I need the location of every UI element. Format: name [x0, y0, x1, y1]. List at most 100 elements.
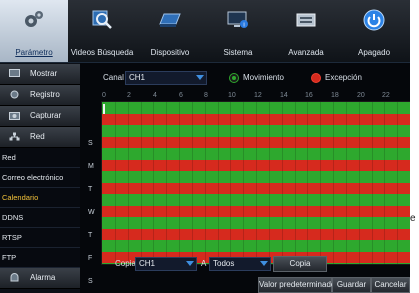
top-menu-dispositivo[interactable]: Dispositivo: [136, 0, 204, 62]
top-menu-sistema[interactable]: i Sistema: [204, 0, 272, 62]
hour-gridline: [371, 102, 373, 264]
channel-select[interactable]: CH1: [125, 71, 207, 85]
top-menu-label: Dispositivo: [150, 48, 190, 57]
hour-tick: 12: [254, 92, 262, 99]
copy-from-select[interactable]: CH1: [135, 257, 197, 271]
top-menu-label: Sistema: [223, 48, 253, 57]
sidebar-subitem-red[interactable]: Red: [0, 148, 80, 168]
top-menu-videos-busqueda[interactable]: Videos Búsqueda: [68, 0, 136, 62]
cancel-button-label: Cancelar: [374, 280, 407, 289]
sidebar-subitem-ftp[interactable]: FTP: [0, 248, 80, 268]
hour-tick: 8: [204, 92, 208, 99]
exception-label: Excepción: [325, 73, 362, 82]
hour-gridline: [333, 102, 334, 264]
chevron-down-icon: [186, 261, 194, 266]
hour-gridline: [281, 102, 283, 264]
hour-tick: 6: [179, 92, 183, 99]
sidebar-subitem-label: FTP: [2, 253, 17, 262]
sidebar-item-alarma[interactable]: Alarma: [0, 268, 80, 289]
sidebar-subitem-label: Red: [2, 153, 16, 162]
top-menu-avanzada[interactable]: Avanzada: [272, 0, 340, 62]
channel-select-value: CH1: [129, 73, 146, 82]
schedule-panel: Canal CH1 Movimiento Excepción 0 2 4 6 8…: [83, 63, 410, 293]
exception-radio[interactable]: [311, 73, 321, 83]
sidebar-item-registro[interactable]: Registro: [0, 85, 80, 106]
svg-text:i: i: [243, 23, 244, 29]
sidebar-item-label: Mostrar: [30, 69, 58, 78]
sidebar-subitem-label: Calendario: [2, 193, 39, 202]
hour-gridline: [191, 102, 193, 264]
motion-label: Movimiento: [243, 73, 284, 82]
hour-gridline: [307, 102, 309, 264]
hour-tick: 0: [102, 92, 106, 99]
hour-gridline: [256, 102, 257, 264]
channel-label: Canal: [103, 73, 124, 82]
hour-gridline: [204, 102, 206, 264]
default-button-label: Valor predeterminado: [259, 280, 336, 289]
top-menu-label: Apagado: [357, 48, 391, 57]
hour-tick: 16: [305, 92, 313, 99]
chevron-down-icon: [196, 75, 204, 80]
copy-label: Copia: [115, 259, 136, 268]
top-menu-apagado[interactable]: Apagado: [340, 0, 408, 62]
hour-tick: 14: [280, 92, 288, 99]
hard-drive-icon: [159, 13, 181, 27]
hour-gridline: [294, 102, 296, 264]
day-label: S: [88, 140, 93, 147]
top-menu-parametro[interactable]: Parámetro: [0, 0, 68, 62]
schedule-grid[interactable]: [101, 101, 410, 265]
day-label: F: [88, 255, 93, 262]
sidebar-item-capturar[interactable]: Capturar: [0, 106, 80, 127]
sidebar-item-label: Red: [30, 132, 45, 141]
hour-gridline: [166, 102, 168, 264]
save-button[interactable]: Guardar: [332, 277, 371, 293]
copy-to-select[interactable]: Todos: [209, 257, 271, 271]
copy-to-value: Todos: [213, 259, 235, 268]
sidebar-subitem-rtsp[interactable]: RTSP: [0, 228, 80, 248]
hour-gridline: [179, 102, 180, 264]
hour-gridline: [243, 102, 245, 264]
sidebar-subitem-label: Correo electrónico: [2, 173, 64, 182]
hour-gridline: [140, 102, 142, 264]
hour-gridline: [384, 102, 386, 264]
hour-gridline: [358, 102, 360, 264]
top-menu-label: Avanzada: [288, 48, 324, 57]
sidebar-item-mostrar[interactable]: Mostrar: [0, 64, 80, 85]
copy-button[interactable]: Copia: [273, 256, 327, 272]
hour-gridline: [345, 102, 347, 264]
hour-tick: 10: [228, 92, 236, 99]
save-button-label: Guardar: [336, 280, 367, 289]
camera-icon: [9, 112, 20, 120]
cancel-button[interactable]: Cancelar: [371, 277, 410, 293]
hour-tick: 18: [331, 92, 339, 99]
display-icon: [9, 69, 20, 77]
day-label: T: [88, 232, 93, 239]
hour-tick: 4: [153, 92, 157, 99]
outside-text-fragment: e: [410, 213, 416, 224]
day-label: S: [88, 278, 93, 285]
network-icon: [9, 132, 20, 141]
top-menu-label: Parámetro: [15, 48, 53, 57]
copy-from-value: CH1: [139, 259, 156, 268]
monitor-icon: i: [227, 11, 248, 29]
hour-tick: 22: [382, 92, 390, 99]
alarm-icon: [10, 273, 19, 282]
motion-radio[interactable]: [229, 73, 239, 83]
sidebar-subitem-calendario[interactable]: Calendario: [0, 188, 80, 208]
record-gear-icon: [10, 90, 19, 99]
day-label: W: [88, 209, 95, 216]
default-button[interactable]: Valor predeterminado: [258, 277, 336, 293]
sidebar-item-label: Registro: [30, 90, 60, 99]
sidebar-item-label: Alarma: [30, 273, 56, 282]
hour-gridline: [230, 102, 232, 264]
sidebar-item-red[interactable]: Red: [0, 127, 80, 148]
hour-gridline: [114, 102, 116, 264]
chevron-down-icon: [260, 261, 268, 266]
hour-gridline: [217, 102, 219, 264]
sidebar-subitem-correo[interactable]: Correo electrónico: [0, 168, 80, 188]
sidebar-subitem-ddns[interactable]: DDNS: [0, 208, 80, 228]
magnifier-icon: [92, 10, 112, 29]
sidebar-subitem-label: DDNS: [2, 213, 24, 222]
dvr-settings-window: Parámetro Videos Búsqueda Dispositivo i: [0, 0, 410, 293]
day-label: T: [88, 186, 93, 193]
